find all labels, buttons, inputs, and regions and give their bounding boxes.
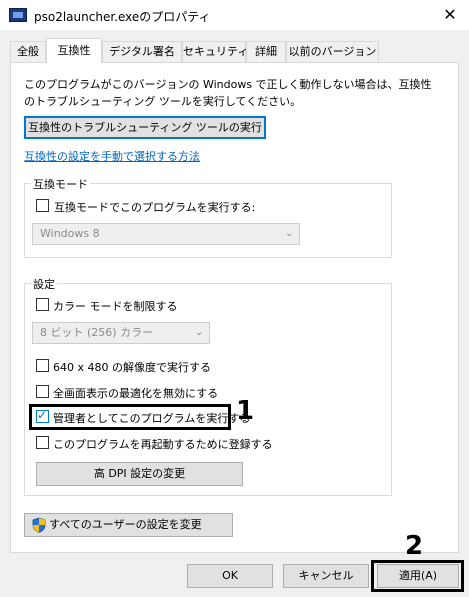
color-mode-select[interactable]: 8 ビット (256) カラー ⌄ [32, 322, 210, 344]
change-all-users-label: すべてのユーザーの設定を変更 [49, 518, 202, 531]
color-mode-select-value: 8 ビット (256) カラー [40, 326, 154, 339]
annotation-highlight-admin [29, 404, 231, 430]
app-icon [9, 8, 27, 22]
fullscreen-opt-label: 全画面表示の最適化を無効にする [53, 387, 219, 400]
description-line-1: このプログラムがこのバージョンの Windows で正しく動作しない場合は、互換… [24, 78, 432, 91]
chevron-down-icon: ⌄ [285, 228, 294, 239]
window-title: pso2launcher.exeのプロパティ [34, 10, 211, 24]
tab-details[interactable]: 詳細 [246, 41, 286, 62]
run-troubleshooter-button[interactable]: 互換性のトラブルシューティング ツールの実行 [24, 116, 266, 139]
tab-digital-signature[interactable]: デジタル署名 [102, 41, 182, 62]
resolution-checkbox[interactable] [36, 359, 49, 372]
compat-mode-group [24, 183, 392, 258]
high-dpi-settings-button[interactable]: 高 DPI 設定の変更 [36, 462, 243, 486]
compat-mode-label: 互換モードでこのプログラムを実行する: [54, 201, 256, 214]
change-all-users-button[interactable]: すべてのユーザーの設定を変更 [24, 513, 233, 537]
register-restart-label: このプログラムを再起動するために登録する [53, 438, 273, 451]
settings-legend: 設定 [31, 276, 57, 292]
close-button[interactable]: ✕ [438, 5, 462, 25]
color-mode-checkbox[interactable] [36, 298, 49, 311]
compat-mode-select[interactable]: Windows 8 ⌄ [32, 223, 300, 245]
tab-general[interactable]: 全般 [10, 41, 46, 62]
annotation-highlight-apply [371, 560, 464, 592]
compat-mode-select-value: Windows 8 [40, 227, 100, 240]
annotation-step-2: 2 [405, 531, 424, 561]
manual-settings-link[interactable]: 互換性の設定を手動で選択する方法 [24, 148, 200, 164]
tab-previous-versions[interactable]: 以前のバージョン [286, 41, 379, 62]
tab-security[interactable]: セキュリティ [182, 41, 248, 62]
annotation-step-1: 1 [236, 396, 255, 426]
resolution-label: 640 x 480 の解像度で実行する [53, 361, 211, 374]
cancel-button[interactable]: キャンセル [283, 564, 369, 588]
ok-button[interactable]: OK [187, 564, 273, 588]
compat-mode-legend: 互換モード [31, 176, 90, 192]
register-restart-checkbox[interactable] [36, 436, 49, 449]
description-line-2: のトラブルシューティング ツールを実行してください。 [24, 95, 302, 108]
compat-mode-checkbox[interactable] [36, 199, 49, 212]
color-mode-label: カラー モードを制限する [53, 300, 178, 313]
chevron-down-icon: ⌄ [195, 327, 204, 338]
fullscreen-opt-checkbox[interactable] [36, 385, 49, 398]
uac-shield-icon [32, 517, 46, 533]
tab-compatibility[interactable]: 互換性 [46, 38, 102, 63]
